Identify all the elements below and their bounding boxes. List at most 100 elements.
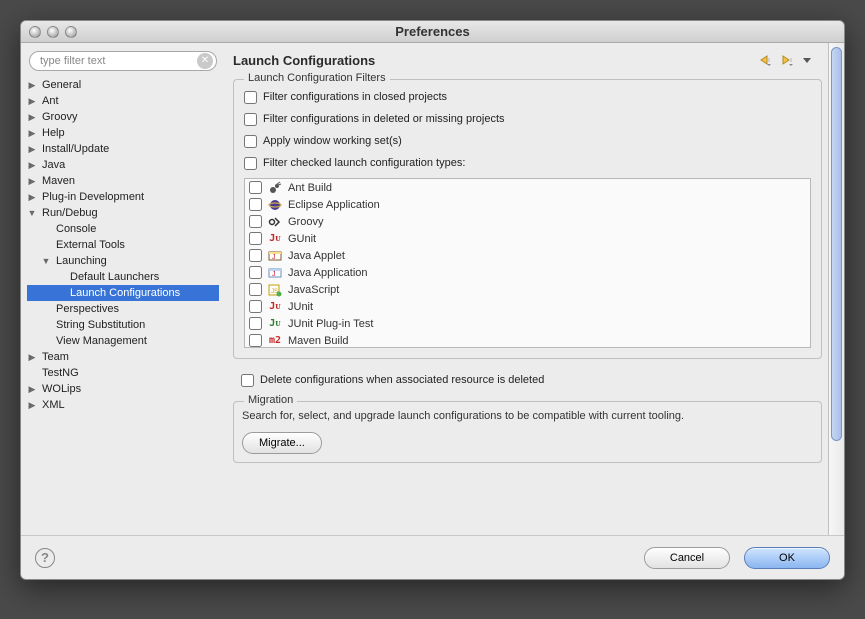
checkbox[interactable] xyxy=(249,266,262,279)
tree-item[interactable]: Help xyxy=(27,125,219,141)
tree-item[interactable]: Default Launchers xyxy=(27,269,219,285)
chevron-right-icon[interactable] xyxy=(27,176,37,186)
config-type-row[interactable]: Jᴜ GUnit xyxy=(245,230,810,247)
titlebar[interactable]: Preferences xyxy=(21,21,844,43)
config-type-label: Groovy xyxy=(288,216,323,228)
config-type-label: Java Application xyxy=(288,267,368,279)
config-type-row[interactable]: Eclipse Application xyxy=(245,196,810,213)
ok-button[interactable]: OK xyxy=(744,547,830,569)
tree-item[interactable]: Perspectives xyxy=(27,301,219,317)
checkbox[interactable] xyxy=(249,283,262,296)
chevron-down-icon[interactable] xyxy=(41,256,51,266)
chevron-right-icon[interactable] xyxy=(27,144,37,154)
tree-item-label: Help xyxy=(39,127,68,139)
chevron-right-icon[interactable] xyxy=(27,128,37,138)
chevron-right-icon[interactable] xyxy=(27,160,37,170)
junit-plugin-icon: Jᴜ xyxy=(267,317,283,331)
filter-config-types-checkbox[interactable]: Filter checked launch configuration type… xyxy=(240,152,815,174)
checkbox[interactable] xyxy=(244,113,257,126)
tree-item[interactable]: View Management xyxy=(27,333,219,349)
help-button[interactable]: ? xyxy=(35,548,55,568)
tree-item[interactable]: String Substitution xyxy=(27,317,219,333)
tree-filter-input[interactable] xyxy=(29,51,217,71)
checkbox[interactable] xyxy=(244,91,257,104)
config-type-label: Ant Build xyxy=(288,182,332,194)
tree-item[interactable]: Java xyxy=(27,157,219,173)
tree-item[interactable]: Launch Configurations xyxy=(27,285,219,301)
junit-icon: Jᴜ xyxy=(267,232,283,246)
checkbox[interactable] xyxy=(241,374,254,387)
tree-item[interactable]: Install/Update xyxy=(27,141,219,157)
config-type-row[interactable]: Ant Build xyxy=(245,179,810,196)
window-title: Preferences xyxy=(21,24,844,39)
tree-item[interactable]: General xyxy=(27,77,219,93)
migrate-button[interactable]: Migrate... xyxy=(242,432,322,454)
tree-item-label: Ant xyxy=(39,95,62,107)
checkbox[interactable] xyxy=(249,215,262,228)
tree-item-label: String Substitution xyxy=(53,319,148,331)
config-type-row[interactable]: JJava Applet xyxy=(245,247,810,264)
tree-item[interactable]: TestNG xyxy=(27,365,219,381)
tree-item-label: Plug-in Development xyxy=(39,191,147,203)
config-type-label: JavaScript xyxy=(288,284,339,296)
chevron-right-icon[interactable] xyxy=(27,384,37,394)
config-type-label: GUnit xyxy=(288,233,316,245)
config-type-row[interactable]: Groovy xyxy=(245,213,810,230)
clear-filter-icon[interactable]: ✕ xyxy=(197,53,213,69)
chevron-right-icon[interactable] xyxy=(27,352,37,362)
checkbox[interactable] xyxy=(249,300,262,313)
scrollbar-thumb[interactable] xyxy=(831,47,842,441)
config-type-label: JUnit xyxy=(288,301,313,313)
checkbox[interactable] xyxy=(249,249,262,262)
filter-deleted-projects-checkbox[interactable]: Filter configurations in deleted or miss… xyxy=(240,108,815,130)
chevron-right-icon[interactable] xyxy=(27,112,37,122)
tree-item[interactable]: Ant xyxy=(27,93,219,109)
tree-item[interactable]: Groovy xyxy=(27,109,219,125)
preferences-tree[interactable]: General Ant Groovy Help Install/Update Java Ma… xyxy=(27,77,219,531)
chevron-right-icon[interactable] xyxy=(27,192,37,202)
nav-forward-button[interactable] xyxy=(776,52,794,68)
tree-item[interactable]: Plug-in Development xyxy=(27,189,219,205)
label: Delete configurations when associated re… xyxy=(260,374,544,386)
checkbox[interactable] xyxy=(244,157,257,170)
nav-back-button[interactable] xyxy=(754,52,772,68)
svg-text:J: J xyxy=(272,254,276,261)
checkbox[interactable] xyxy=(249,232,262,245)
label: Filter configurations in closed projects xyxy=(263,91,447,103)
checkbox[interactable] xyxy=(249,181,262,194)
filter-closed-projects-checkbox[interactable]: Filter configurations in closed projects xyxy=(240,86,815,108)
chevron-down-icon[interactable] xyxy=(27,208,37,218)
checkbox[interactable] xyxy=(249,317,262,330)
tree-item[interactable]: Team xyxy=(27,349,219,365)
config-types-list[interactable]: Ant Build Eclipse Application Groovy Jᴜ GUni… xyxy=(244,178,811,348)
tree-item[interactable]: WOLips xyxy=(27,381,219,397)
chevron-right-icon[interactable] xyxy=(27,400,37,410)
config-type-row[interactable]: m2Maven Build xyxy=(245,332,810,348)
launch-config-filters-group: Launch Configuration Filters Filter conf… xyxy=(233,79,822,359)
tree-item[interactable]: Run/Debug xyxy=(27,205,219,221)
tree-item[interactable]: Launching xyxy=(27,253,219,269)
tree-item-label: Java xyxy=(39,159,68,171)
apply-working-set-checkbox[interactable]: Apply window working set(s) xyxy=(240,130,815,152)
tree-item[interactable]: Console xyxy=(27,221,219,237)
checkbox[interactable] xyxy=(244,135,257,148)
tree-item[interactable]: Maven xyxy=(27,173,219,189)
config-type-row[interactable]: JSJavaScript xyxy=(245,281,810,298)
tree-item-label: View Management xyxy=(53,335,150,347)
chevron-right-icon[interactable] xyxy=(27,80,37,90)
config-type-row[interactable]: JᴜJUnit xyxy=(245,298,810,315)
scrollbar[interactable] xyxy=(828,43,844,535)
tree-item[interactable]: XML xyxy=(27,397,219,413)
config-type-row[interactable]: JJava Application xyxy=(245,264,810,281)
delete-when-resource-deleted-checkbox[interactable]: Delete configurations when associated re… xyxy=(237,369,826,391)
tree-item-label: Groovy xyxy=(39,111,80,123)
cancel-button[interactable]: Cancel xyxy=(644,547,730,569)
checkbox[interactable] xyxy=(249,334,262,347)
tree-item[interactable]: External Tools xyxy=(27,237,219,253)
chevron-right-icon[interactable] xyxy=(27,96,37,106)
tree-item-label: Default Launchers xyxy=(67,271,162,283)
checkbox[interactable] xyxy=(249,198,262,211)
view-menu-button[interactable] xyxy=(798,52,816,68)
config-type-row[interactable]: JᴜJUnit Plug-in Test xyxy=(245,315,810,332)
maven-icon: m2 xyxy=(267,334,283,348)
